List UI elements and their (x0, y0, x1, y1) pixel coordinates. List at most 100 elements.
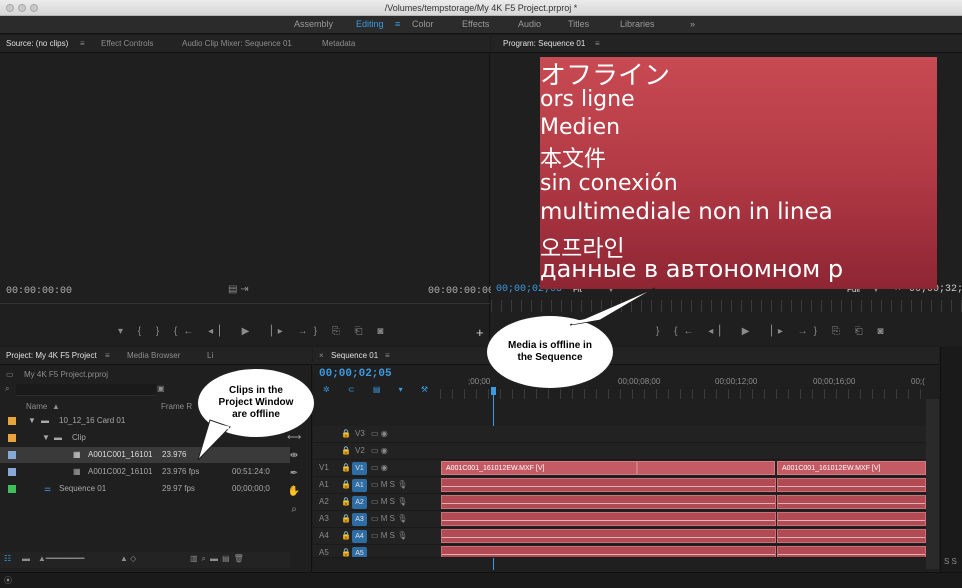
source-timecode[interactable]: 00:00:00:00 (6, 286, 72, 297)
audio-clip-offline[interactable] (441, 529, 776, 543)
close-sequence-icon[interactable]: × (319, 351, 324, 360)
tab-audio-clip-mixer[interactable]: Audio Clip Mixer: Sequence 01 (182, 39, 292, 48)
new-bin-from-search-icon[interactable]: ▣ (157, 384, 165, 393)
tab-sequence-01[interactable]: Sequence 01 (331, 351, 378, 360)
sync-lock-icon[interactable]: 🔒 (341, 463, 351, 472)
source-patch-a4[interactable]: A4 (319, 531, 329, 540)
mute-solo-buttons[interactable]: ▭ M S 🎙 (371, 514, 407, 523)
mute-solo-label[interactable]: M S (381, 531, 395, 540)
track-output-icons[interactable]: ▭ ◉ (371, 429, 388, 438)
source-patch-v1[interactable]: V1 (319, 463, 329, 472)
track-target-a2[interactable]: A2 (352, 496, 367, 509)
disclosure-triangle-icon[interactable]: ▼ (28, 413, 36, 429)
workspace-effects[interactable]: Effects (462, 19, 489, 29)
timeline-vertical-scrollbar[interactable] (926, 399, 939, 569)
sync-lock-icon[interactable]: 🔒 (341, 480, 351, 489)
column-header-frame-rate[interactable]: Frame R (161, 402, 192, 411)
source-patch-a3[interactable]: A3 (319, 514, 329, 523)
icon-view-icon[interactable]: ▬ (22, 554, 30, 563)
audio-clip-offline[interactable] (777, 495, 926, 509)
track-target-a3[interactable]: A3 (352, 513, 367, 526)
program-transport-controls[interactable]: } {← ◂▏ ▶ ▕▸ →} ⎘ ⎗ ◙ (656, 326, 889, 337)
column-header-name[interactable]: Name (26, 402, 47, 411)
zoom-window-button[interactable] (30, 4, 38, 12)
workspace-audio[interactable]: Audio (518, 19, 541, 29)
track-output-icons[interactable]: ▭ ◉ (371, 463, 388, 472)
timeline-toolbar-icons[interactable]: ✲ ⊂ ▤ ▾ ⚒ (323, 385, 436, 394)
audio-clip-offline[interactable] (777, 512, 926, 526)
mute-solo-buttons[interactable]: ▭ M S 🎙 (371, 480, 407, 489)
tab-media-browser[interactable]: Media Browser (127, 351, 180, 360)
audio-clip-offline[interactable] (777, 546, 926, 557)
track-target-v1[interactable]: V1 (352, 462, 367, 475)
sort-icons-icon[interactable]: ▲ ◇ (120, 554, 136, 563)
add-button-icon[interactable]: + (476, 325, 484, 340)
workspace-assembly[interactable]: Assembly (294, 19, 333, 29)
mute-solo-label[interactable]: M S (381, 480, 395, 489)
workspace-libraries[interactable]: Libraries (620, 19, 655, 29)
sync-lock-icon[interactable]: 🔒 (341, 548, 351, 557)
search-icon[interactable]: ⌕ (5, 384, 9, 394)
source-patch-a5[interactable]: A5 (319, 548, 329, 557)
zoom-slider[interactable]: ▲━━━━━━━━ (38, 554, 84, 563)
tab-libraries[interactable]: Li (207, 351, 213, 360)
list-view-icon[interactable]: ☷ (4, 554, 11, 563)
audio-clip-offline[interactable] (441, 495, 776, 509)
timeline-clip-offline[interactable]: A001C001_161012EW.MXF [V] (441, 461, 637, 475)
source-patch-a1[interactable]: A1 (319, 480, 329, 489)
zoom-tool-icon[interactable]: ⌕ (287, 504, 301, 515)
audio-clip-offline[interactable] (777, 529, 926, 543)
track-target-a5[interactable]: A5 (352, 547, 367, 557)
sync-lock-icon[interactable]: 🔒 (341, 446, 351, 455)
audio-clip-offline[interactable] (441, 512, 776, 526)
audio-clip-offline[interactable] (441, 546, 776, 557)
project-tab-menu-icon[interactable]: ≡ (105, 351, 110, 360)
solo-meter-buttons[interactable]: S S (944, 557, 957, 566)
insert-icon[interactable]: ▤ ⇥ (228, 284, 249, 295)
disclosure-triangle-icon[interactable]: ▼ (42, 430, 50, 446)
mute-solo-label[interactable]: M S (381, 497, 395, 506)
playhead-handle[interactable] (491, 387, 496, 395)
project-row-sequence[interactable]: ⚌ Sequence 01 29.97 fps 00;00;00;0 (0, 481, 290, 497)
slip-tool-icon[interactable]: ⇼ (287, 450, 301, 461)
sync-lock-icon[interactable]: 🔒 (341, 429, 351, 438)
workspace-editing[interactable]: Editing (356, 19, 384, 29)
sync-lock-icon[interactable]: 🔒 (341, 514, 351, 523)
minimize-window-button[interactable] (18, 4, 26, 12)
workspace-overflow-icon[interactable]: » (690, 19, 695, 29)
close-window-button[interactable] (6, 4, 14, 12)
project-search-input[interactable] (16, 384, 156, 396)
tab-source[interactable]: Source: (no clips) (6, 39, 68, 48)
tab-metadata[interactable]: Metadata (322, 39, 355, 48)
source-transport-controls[interactable]: ▾ { } {← ◂▏ ▶ ▕▸ →} ⎘ ⎗ ◙ (118, 326, 389, 337)
mute-solo-label[interactable]: M S (381, 514, 395, 523)
tab-program-sequence[interactable]: Program: Sequence 01 (503, 39, 585, 48)
source-patch-a2[interactable]: A2 (319, 497, 329, 506)
mute-solo-buttons[interactable]: ▭ M S 🎙 (371, 531, 407, 540)
timeline-clip-offline[interactable]: A001C001_161012EW.MXF [V] (777, 461, 926, 475)
track-output-icons[interactable]: ▭ ◉ (371, 446, 388, 455)
tab-menu-icon[interactable]: ≡ (80, 39, 85, 48)
hand-tool-icon[interactable]: ✋ (287, 486, 301, 497)
sync-lock-icon[interactable]: 🔒 (341, 497, 351, 506)
timeline-clip-offline[interactable] (637, 461, 775, 475)
workspace-color[interactable]: Color (412, 19, 434, 29)
tab-effect-controls[interactable]: Effect Controls (101, 39, 153, 48)
audio-clip-offline[interactable] (777, 478, 926, 492)
sort-ascending-icon[interactable]: ▲ (52, 402, 60, 411)
pen-nib-icon[interactable]: ✒ (287, 468, 301, 479)
program-tab-menu-icon[interactable]: ≡ (595, 39, 600, 48)
mute-solo-buttons[interactable]: ▭ M S 🎙 (371, 497, 407, 506)
track-target-a1[interactable]: A1 (352, 479, 367, 492)
workspace-menu-icon[interactable]: ≡ (395, 19, 400, 29)
track-target-a4[interactable]: A4 (352, 530, 367, 543)
tab-project[interactable]: Project: My 4K F5 Project (6, 351, 97, 360)
project-row-clip[interactable]: ▦ A001C002_16101 23.976 fps 00:51:24:0 (0, 464, 290, 480)
project-actions-icons[interactable]: ▥⌕▬▤🗑 (190, 554, 248, 564)
workspace-titles[interactable]: Titles (568, 19, 589, 29)
sync-lock-icon[interactable]: 🔒 (341, 531, 351, 540)
timeline-timecode[interactable]: 00;00;02;05 (319, 368, 392, 380)
ripple-edit-tool-icon[interactable]: ⟷ (287, 432, 301, 443)
sequence-tab-menu-icon[interactable]: ≡ (385, 351, 390, 360)
audio-clip-offline[interactable] (441, 478, 776, 492)
